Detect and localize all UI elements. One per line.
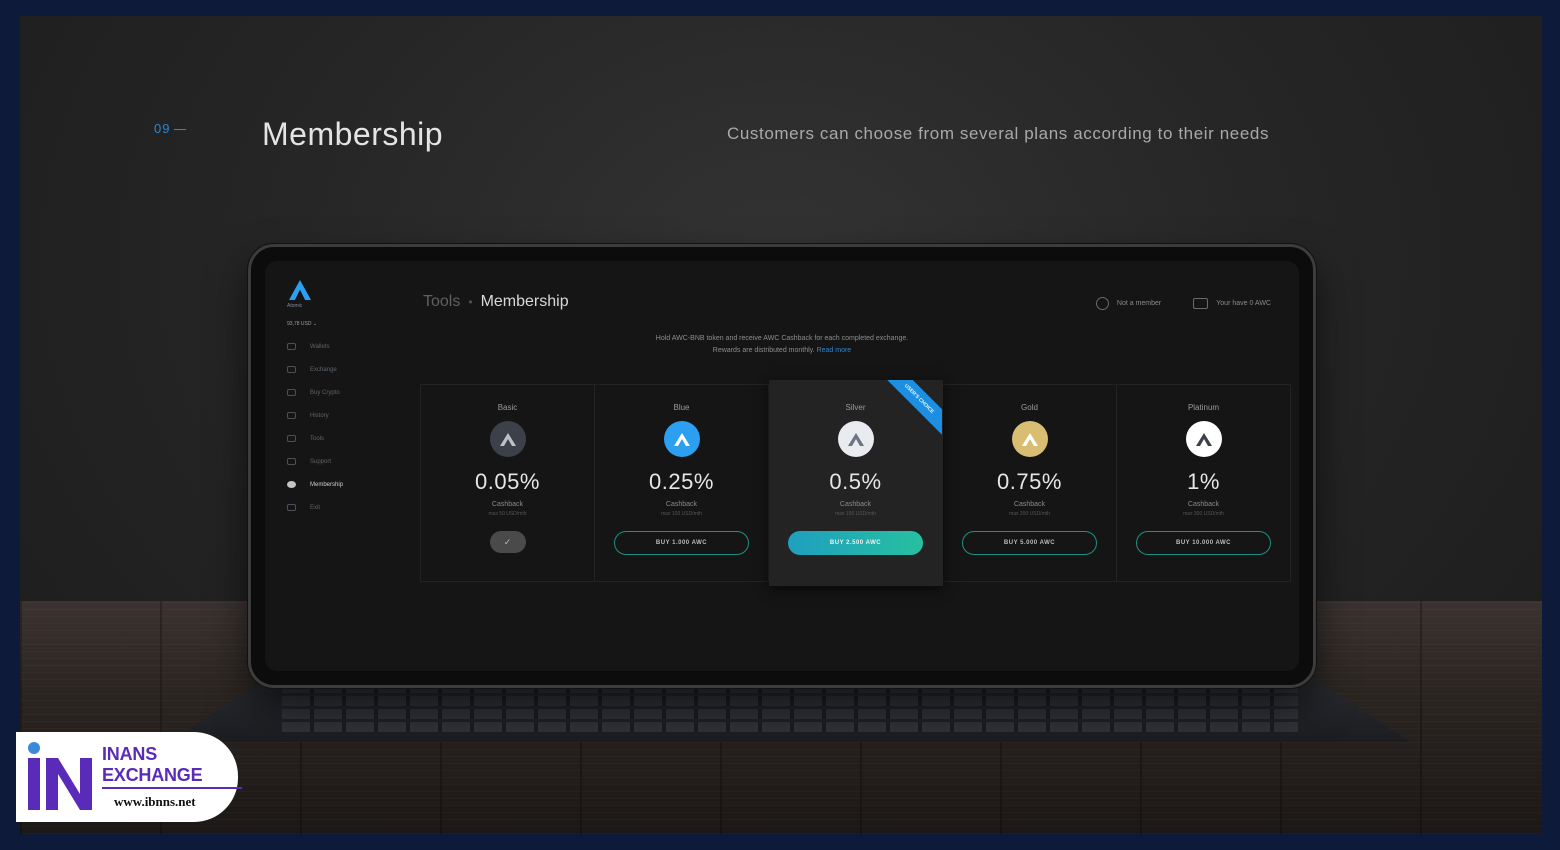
breadcrumb-separator: • — [468, 295, 473, 309]
user-icon — [1095, 297, 1109, 310]
card-icon — [287, 389, 296, 396]
sidebar-nav: Wallets Exchange Buy Crypto History Tool… — [287, 335, 397, 519]
plan-max: max 150 USD/mth — [835, 511, 876, 517]
showcase-frame: 09 Membership Customers can choose from … — [20, 16, 1542, 834]
awc-balance-label: Your have 0 AWC — [1216, 300, 1271, 307]
membership-status[interactable]: Not a member — [1095, 297, 1162, 310]
awc-balance[interactable]: Your have 0 AWC — [1193, 298, 1271, 309]
plan-name: Basic — [497, 403, 518, 412]
sidebar-item-membership[interactable]: Membership — [287, 473, 397, 496]
app-logo[interactable]: Atomic — [287, 279, 397, 309]
plan-name: Platinum — [1187, 403, 1220, 412]
notice-line-1: Hold AWC-BNB token and receive AWC Cashb… — [655, 335, 909, 342]
sidebar-item-label: Membership — [310, 481, 344, 488]
plan-cashback-label: Cashback — [839, 501, 872, 508]
header-status: Not a member Your have 0 AWC — [1095, 297, 1271, 310]
plan-rate: 0.5% — [829, 469, 882, 494]
brand-divider — [102, 787, 242, 789]
plan-max: max 50 USD/mth — [488, 511, 527, 517]
sidebar: Atomic 93,78 USD ⌄ Wallets Exchange Buy … — [287, 279, 397, 519]
section-number: 09 — [154, 121, 187, 136]
app-logo-name: Atomic — [287, 303, 303, 309]
brand-name: INANS EXCHANGE — [102, 744, 203, 785]
plan-coin-icon — [489, 421, 526, 457]
plan-card-gold: Gold 0.75% Cashback max 200 USD/mth BUY … — [943, 385, 1117, 581]
plan-coin-icon — [1185, 421, 1222, 457]
sidebar-item-buy-crypto[interactable]: Buy Crypto — [287, 381, 397, 404]
sidebar-item-tools[interactable]: Tools — [287, 427, 397, 450]
buy-blue-button[interactable]: BUY 1.000 AWC — [614, 531, 749, 555]
brand-url: www.ibnns.net — [114, 794, 196, 809]
plan-max: max 300 USD/mth — [1183, 511, 1224, 517]
sidebar-item-label: Exit — [310, 504, 321, 511]
sidebar-item-exit[interactable]: Exit — [287, 496, 397, 519]
plan-coin-icon — [1011, 421, 1048, 457]
sidebar-item-label: History — [310, 412, 329, 419]
support-icon — [287, 458, 296, 465]
watermark-logo: INANS EXCHANGE www.ibnns.net — [16, 732, 242, 822]
buy-silver-button[interactable]: BUY 2.500 AWC — [788, 531, 923, 555]
breadcrumb-parent[interactable]: Tools — [423, 293, 460, 310]
exit-icon — [287, 504, 296, 511]
sidebar-item-support[interactable]: Support — [287, 450, 397, 473]
atomic-logo-icon — [287, 279, 313, 301]
plan-cashback-label: Cashback — [491, 501, 524, 508]
plan-cashback-label: Cashback — [1013, 501, 1046, 508]
sidebar-item-exchange[interactable]: Exchange — [287, 358, 397, 381]
plan-coin-icon — [837, 421, 874, 457]
plan-card-silver: USER'S CHOICE Silver 0.5% Cashback max 1… — [769, 380, 943, 586]
plan-name: Gold — [1021, 403, 1038, 412]
history-icon — [287, 412, 296, 419]
sidebar-item-label: Exchange — [310, 366, 337, 373]
plan-card-basic: Basic 0.05% Cashback max 50 USD/mth ✓ — [421, 385, 595, 581]
tablet-device: Atomic 93,78 USD ⌄ Wallets Exchange Buy … — [248, 244, 1316, 688]
notice-line-2: Rewards are distributed monthly. — [712, 347, 815, 354]
plan-card-blue: Blue 0.25% Cashback max 100 USD/mth BUY … — [595, 385, 769, 581]
sidebar-item-label: Support — [310, 458, 332, 465]
chevron-down-icon: ⌄ — [312, 321, 318, 327]
plan-name: Blue — [673, 403, 690, 412]
cashback-notice: Hold AWC-BNB token and receive AWC Cashb… — [265, 333, 1299, 357]
breadcrumb: Tools • Membership — [423, 293, 569, 311]
section-description: Customers can choose from several plans … — [727, 124, 1270, 143]
sidebar-item-label: Tools — [310, 435, 325, 442]
sidebar-item-history[interactable]: History — [287, 404, 397, 427]
users-choice-ribbon: USER'S CHOICE — [880, 380, 942, 438]
plan-coin-icon — [663, 421, 700, 457]
buy-gold-button[interactable]: BUY 5.000 AWC — [962, 531, 1097, 555]
current-plan-check-icon: ✓ — [489, 531, 526, 553]
plans-grid: Basic 0.05% Cashback max 50 USD/mth ✓ Bl… — [420, 380, 1291, 586]
plan-max: max 200 USD/mth — [1009, 511, 1050, 517]
section-title: Membership — [262, 116, 444, 152]
exchange-icon — [287, 366, 296, 373]
read-more-link[interactable]: Read more — [817, 347, 852, 354]
plan-rate: 0.75% — [997, 469, 1062, 494]
plan-cashback-label: Cashback — [665, 501, 698, 508]
plan-name: Silver — [845, 403, 866, 412]
plan-rate: 0.25% — [649, 469, 714, 494]
plan-max: max 100 USD/mth — [661, 511, 702, 517]
plan-rate: 1% — [1187, 469, 1220, 494]
balance-display[interactable]: 93,78 USD ⌄ — [287, 321, 397, 327]
plan-card-platinum: Platinum 1% Cashback max 300 USD/mth BUY… — [1117, 385, 1290, 581]
wallet-icon — [1193, 298, 1209, 309]
plan-rate: 0.05% — [475, 469, 540, 494]
page-title: Membership — [480, 293, 569, 310]
sidebar-item-label: Buy Crypto — [310, 389, 340, 396]
app-screen: Atomic 93,78 USD ⌄ Wallets Exchange Buy … — [265, 261, 1299, 671]
brand-logo-icon — [20, 738, 100, 816]
plan-cashback-label: Cashback — [1187, 501, 1220, 508]
membership-status-label: Not a member — [1116, 300, 1162, 307]
buy-platinum-button[interactable]: BUY 10.000 AWC — [1136, 531, 1271, 555]
membership-icon — [287, 481, 296, 488]
tools-icon — [287, 435, 296, 442]
